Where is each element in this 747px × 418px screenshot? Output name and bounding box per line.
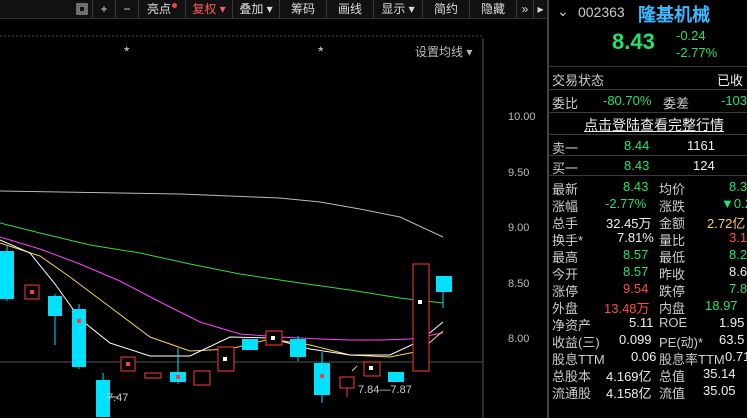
stat-value: 63.5	[719, 332, 745, 347]
down-candle	[436, 276, 452, 292]
stat-value: 8.3	[729, 179, 747, 194]
stat-label: 流通股	[552, 386, 592, 401]
up-candle	[320, 374, 324, 378]
stat-value: 5.11	[629, 315, 654, 330]
stat-value: 8.6	[729, 264, 747, 279]
annotation-pointer	[351, 365, 358, 372]
highlight-button[interactable]: 亮点	[139, 0, 186, 18]
trade-status-label: 交易状态	[552, 73, 605, 88]
scroll-right-icon[interactable]: ▸	[534, 0, 547, 18]
last-price: 8.43	[612, 29, 655, 54]
stat-value: 18.97	[705, 298, 738, 313]
sell1-volume: 1161	[687, 138, 715, 153]
up-candle	[193, 370, 211, 386]
stat-value: 8.43	[623, 179, 649, 194]
ma-marker	[223, 357, 227, 361]
event-star-icon: *	[124, 43, 130, 59]
stat-label: ROE	[659, 315, 688, 330]
simple-button[interactable]: 简约	[423, 0, 470, 18]
sell1-price: 8.44	[624, 138, 650, 153]
stat-value: 7.81%	[617, 230, 654, 245]
highlight-dot-icon	[172, 3, 177, 8]
stat-value: ▼0.2	[721, 196, 747, 211]
up-candle	[339, 376, 355, 389]
separator	[549, 66, 747, 67]
chips-button[interactable]: 筹码	[280, 0, 327, 18]
up-candle	[77, 319, 81, 323]
expand-icon[interactable]: »	[517, 0, 534, 18]
chart-toolbar: + − 亮点 复权 ▾ 叠加 ▾ 筹码 画线 显示 ▾ 简约 隐藏 » ▸	[0, 0, 547, 19]
kline-chart[interactable]: 设置均线 ▾ 10.00 9.50 9.00 8.50 8.00 * * 7.8…	[0, 19, 547, 418]
stock-code: 002363	[578, 4, 625, 20]
ma60-line	[0, 190, 444, 238]
buy1-price: 8.43	[624, 158, 650, 173]
draw-line-button[interactable]: 画线	[327, 0, 374, 18]
range-annotation: 7.84—7.87	[358, 384, 412, 396]
separator	[549, 134, 747, 135]
weicha-label: 委差	[663, 96, 690, 111]
stat-value: 1.95	[719, 315, 745, 330]
up-candle	[176, 375, 180, 379]
hide-button[interactable]: 隐藏	[470, 0, 517, 18]
quote-panel: ⌄ 002363 隆基机械 8.43 -0.24 -2.77% 交易状态 已收 …	[549, 0, 747, 418]
separator	[549, 155, 747, 156]
stat-value: 0.099	[619, 332, 652, 347]
ma20-line	[0, 236, 444, 341]
plus-icon[interactable]: +	[93, 0, 116, 18]
down-candle	[242, 339, 258, 350]
down-candle	[314, 363, 330, 395]
overlay-button[interactable]: 叠加 ▾	[233, 0, 280, 18]
down-candle	[0, 251, 14, 299]
stat-value: -2.77%	[605, 196, 647, 211]
stat-value: 35.05	[703, 383, 736, 398]
weicha-value: -103	[721, 93, 747, 108]
down-candle	[48, 296, 62, 316]
weibi-label: 委比	[552, 96, 579, 111]
buy1-volume: 124	[693, 158, 715, 173]
stat-value: 7.8	[729, 281, 747, 296]
ma-marker	[369, 366, 373, 370]
minus-icon[interactable]: −	[116, 0, 139, 18]
ma-marker	[418, 300, 422, 304]
display-button[interactable]: 显示 ▾	[374, 0, 423, 18]
stat-value: 35.14	[703, 366, 736, 381]
ma-marker	[271, 336, 275, 340]
stat-value: 4.158亿	[606, 386, 652, 401]
expand-down-icon[interactable]: ⌄	[557, 3, 569, 20]
stat-value: 3.1	[729, 230, 747, 245]
trade-status-value: 已收	[717, 73, 744, 88]
up-candle	[30, 290, 34, 294]
price-change-pct: -2.77%	[676, 45, 718, 60]
stat-value: 0.71	[725, 349, 747, 364]
stat-value: 8.2	[729, 247, 747, 262]
stat-label: 流值	[659, 386, 686, 401]
ma5-line	[0, 239, 444, 357]
chart-canvas: * * 7.84—7.87 7.47	[0, 35, 484, 418]
adjust-button[interactable]: 复权 ▾	[186, 0, 233, 18]
ma30-line	[0, 222, 444, 304]
stat-value: 8.57	[623, 247, 649, 262]
weibi-value: -80.70%	[603, 93, 652, 108]
price-change: -0.24	[676, 28, 706, 43]
event-star-icon: *	[318, 43, 324, 59]
stat-value: 0.06	[631, 349, 657, 364]
window-icon[interactable]	[72, 0, 93, 18]
down-candle	[290, 339, 306, 357]
stat-value: 8.57	[623, 264, 649, 279]
separator	[549, 175, 747, 176]
up-candle	[412, 263, 430, 372]
down-candle	[72, 309, 86, 367]
low-annotation: 7.47	[107, 392, 128, 404]
up-candle	[144, 372, 162, 379]
down-candle	[388, 372, 404, 382]
separator	[549, 112, 747, 113]
login-link[interactable]: 点击登陆查看完整行情	[584, 115, 724, 135]
stat-value: 9.54	[623, 281, 649, 296]
up-candle	[126, 362, 130, 366]
stock-name: 隆基机械	[638, 5, 710, 25]
separator	[549, 89, 747, 90]
